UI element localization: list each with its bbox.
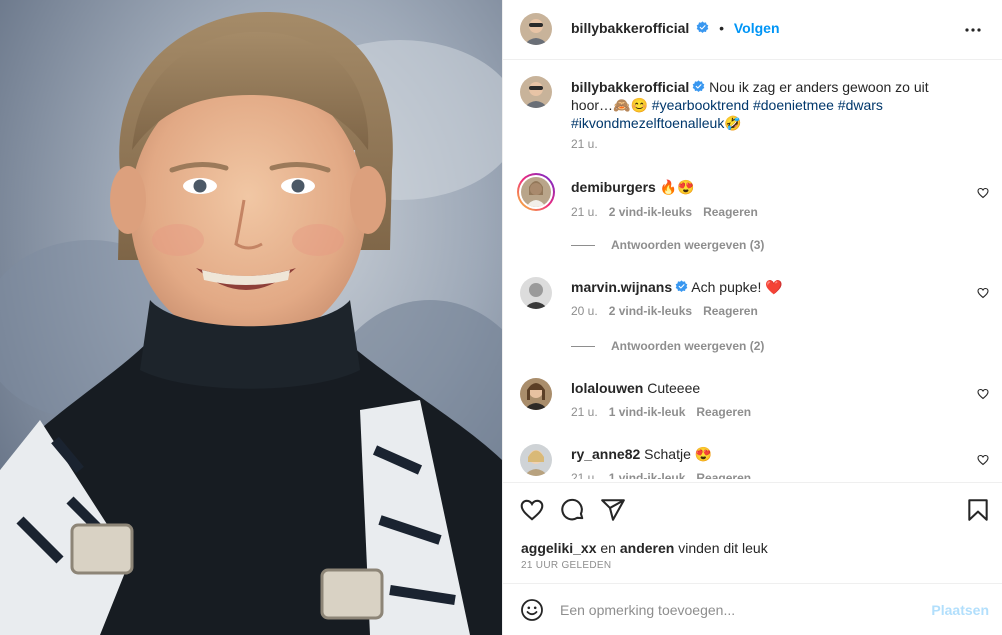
commenter-avatar[interactable] <box>520 277 552 309</box>
verified-badge-icon <box>675 279 688 293</box>
comment-text: lolalouwen Cuteeee <box>571 379 951 397</box>
comment-time[interactable]: 21 u. <box>571 405 598 419</box>
caption-time: 21 u. <box>571 137 609 151</box>
add-comment-bar: Plaatsen <box>503 583 1002 635</box>
author-avatar[interactable] <box>520 13 552 45</box>
comment-row: lolalouwen Cuteeee 21 u. 1 vind-ik-leuk Re… <box>503 376 1002 426</box>
comment-meta: 21 u. 2 vind-ik-leuks Reageren <box>571 205 769 219</box>
reply-button[interactable]: Reageren <box>696 405 751 419</box>
comment-time[interactable]: 21 u. <box>571 471 598 479</box>
comment-time[interactable]: 20 u. <box>571 304 598 318</box>
post-comment-button[interactable]: Plaatsen <box>931 602 989 618</box>
comment-meta: 20 u. 2 vind-ik-leuks Reageren <box>571 304 769 318</box>
comment-meta: 21 u. 1 vind-ik-leuk Reageren <box>571 405 762 419</box>
commenter-avatar[interactable] <box>520 444 552 476</box>
reply-button[interactable]: Reageren <box>703 304 758 318</box>
author-info: billybakkerofficial • Volgen <box>571 20 780 36</box>
story-ring[interactable] <box>517 173 555 211</box>
comment-likes[interactable]: 2 vind-ik-leuks <box>609 304 692 318</box>
likes-others-link[interactable]: anderen <box>620 540 674 556</box>
comment-likes[interactable]: 2 vind-ik-leuks <box>609 205 692 219</box>
commenter-avatar[interactable] <box>520 378 552 410</box>
author-username[interactable]: billybakkerofficial <box>571 20 689 36</box>
reply-button[interactable]: Reageren <box>703 205 758 219</box>
view-replies-label: Antwoorden weergeven (3) <box>611 238 765 252</box>
commenter-username[interactable]: marvin.wijnans <box>571 279 672 295</box>
comment-likes[interactable]: 1 vind-ik-leuk <box>609 405 686 419</box>
caption-timestamp[interactable]: 21 u. <box>571 137 598 151</box>
verified-badge-icon <box>696 21 709 34</box>
post-actions: aggeliki_xx en anderen vinden dit leuk 2… <box>503 482 1002 582</box>
heart-icon[interactable] <box>519 497 545 523</box>
comment-heart-icon[interactable] <box>977 186 989 199</box>
commenter-username[interactable]: demiburgers <box>571 179 656 195</box>
follow-button[interactable]: Volgen <box>734 20 780 36</box>
comment-text: marvin.wijnans Ach pupke! ❤️ <box>571 278 951 296</box>
comment-row: demiburgers 🔥😍 21 u. 2 vind-ik-leuks Reage… <box>503 173 1002 263</box>
view-replies-button[interactable]: Antwoorden weergeven (2) <box>571 339 764 353</box>
caption-hashtags-2[interactable]: #ikvondmezelftoenalleuk🤣 <box>571 115 742 131</box>
likes-connector: en <box>600 540 616 556</box>
comment-body: Schatje 😍 <box>644 446 713 462</box>
comment-text: demiburgers 🔥😍 <box>571 178 951 196</box>
liker-username[interactable]: aggeliki_xx <box>521 540 597 556</box>
more-horizontal-icon[interactable] <box>961 18 985 42</box>
comment-body: Cuteeee <box>647 380 701 396</box>
comment-input[interactable] <box>560 598 910 622</box>
commenter-avatar <box>521 177 551 207</box>
post-side-panel: billybakkerofficial • Volgen billybakker… <box>502 0 1002 635</box>
view-replies-button[interactable]: Antwoorden weergeven (3) <box>571 238 764 252</box>
comment-meta: 21 u. 1 vind-ik-leuk Reageren <box>571 471 762 479</box>
post-photo[interactable] <box>0 0 502 635</box>
caption-row: billybakkerofficial Nou ik zag er anders… <box>503 75 1002 155</box>
post-timestamp[interactable]: 21 UUR GELEDEN <box>521 560 611 571</box>
caption-hashtags[interactable]: #yearbooktrend #doenietmee #dwars <box>652 97 883 113</box>
post-header: billybakkerofficial • Volgen <box>503 0 1002 60</box>
bookmark-icon[interactable] <box>965 497 991 523</box>
comment-likes[interactable]: 1 vind-ik-leuk <box>609 471 686 479</box>
emoji-smile-icon[interactable] <box>520 598 544 622</box>
caption-text: billybakkerofficial Nou ik zag er anders… <box>571 78 951 132</box>
commenter-username[interactable]: ry_anne82 <box>571 446 640 462</box>
comment-body: Ach pupke! ❤️ <box>691 279 783 295</box>
view-replies-label: Antwoorden weergeven (2) <box>611 339 765 353</box>
caption-avatar[interactable] <box>520 76 552 108</box>
comment-time[interactable]: 21 u. <box>571 205 598 219</box>
likes-suffix: vinden dit leuk <box>678 540 768 556</box>
comment-bubble-icon[interactable] <box>560 497 586 523</box>
comments-list[interactable]: billybakkerofficial Nou ik zag er anders… <box>503 61 1002 479</box>
post-modal: billybakkerofficial • Volgen billybakker… <box>0 0 1002 635</box>
comment-row: marvin.wijnans Ach pupke! ❤️ 20 u. 2 vind… <box>503 275 1002 365</box>
paper-plane-icon[interactable] <box>600 497 626 523</box>
commenter-username[interactable]: lolalouwen <box>571 380 643 396</box>
replies-line <box>571 244 595 246</box>
replies-line <box>571 345 595 347</box>
comment-text: ry_anne82 Schatje 😍 <box>571 445 951 463</box>
reply-button[interactable]: Reageren <box>696 471 751 479</box>
comment-heart-icon[interactable] <box>977 387 989 400</box>
comment-row: ry_anne82 Schatje 😍 21 u. 1 vind-ik-leuk R… <box>503 442 1002 479</box>
separator-dot: • <box>719 20 724 36</box>
caption-username[interactable]: billybakkerofficial <box>571 79 689 95</box>
comment-heart-icon[interactable] <box>977 453 989 466</box>
likes-summary: aggeliki_xx en anderen vinden dit leuk <box>521 540 768 556</box>
comment-body: 🔥😍 <box>659 179 695 195</box>
verified-badge-icon <box>692 79 705 93</box>
comment-heart-icon[interactable] <box>977 286 989 299</box>
portrait-image <box>0 0 502 635</box>
